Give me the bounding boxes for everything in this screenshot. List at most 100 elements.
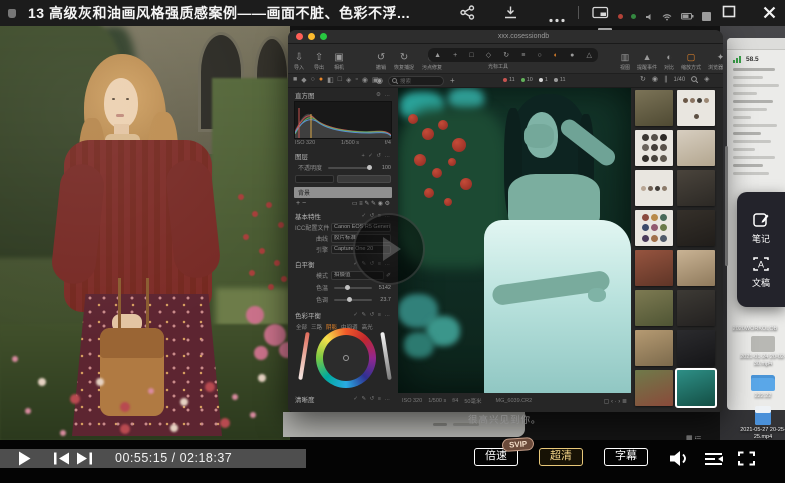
layer-action-button[interactable]: [337, 175, 391, 183]
video-frame[interactable]: 58.5 笔记 A 文稿 2020WORKOLOB 2021-01-24 20-…: [0, 26, 785, 440]
quality-button[interactable]: 超清: [539, 448, 583, 466]
rotate-icon[interactable]: ↻: [640, 76, 646, 83]
add-layer-icon[interactable]: + −: [296, 200, 306, 207]
temp-slider[interactable]: [334, 287, 372, 289]
share-icon[interactable]: [460, 5, 475, 25]
cursor-tool-icon[interactable]: +: [453, 52, 457, 59]
tool-tab-icon[interactable]: ●: [319, 76, 323, 84]
filmstrip-thumb[interactable]: [635, 250, 673, 286]
filmstrip-thumb[interactable]: [635, 290, 673, 326]
layers-header[interactable]: 图层+ ✓ ↺ …: [292, 151, 394, 161]
cursor-tool-icon[interactable]: ○: [537, 52, 541, 59]
viewer-nav-icons[interactable]: ▢ ‹ · › ≣: [604, 398, 627, 405]
close-traffic-light[interactable]: [296, 33, 303, 40]
lightness-arc[interactable]: [380, 332, 391, 380]
search-field[interactable]: 搜索: [388, 76, 444, 86]
filter-count[interactable]: 11: [554, 77, 566, 83]
filmstrip-thumb[interactable]: [635, 210, 673, 246]
cursor-tool-icon[interactable]: ◐: [554, 52, 558, 59]
opacity-slider[interactable]: [328, 167, 372, 169]
redo-button[interactable]: ↻恢复捕捉: [394, 47, 414, 71]
filter-counts[interactable]: 1110111: [503, 77, 566, 83]
filter-count[interactable]: 1: [539, 77, 548, 83]
color-balance-header[interactable]: 色彩平衡✓ ✎ ↺ ≡ …: [292, 310, 394, 320]
clarity-header[interactable]: 清晰度✓ ✎ ↺ ≡ …: [292, 394, 394, 404]
playlist-button[interactable]: [703, 452, 724, 471]
color-balance-tab[interactable]: 高光: [362, 323, 373, 331]
tool-tab-bar[interactable]: ■◆○●◧□◈▫◉▣: [293, 76, 379, 84]
filter-icon[interactable]: ◈: [704, 76, 709, 83]
browser-filter-button[interactable]: ✦浏览器过滤: [708, 47, 723, 71]
filmstrip-thumb[interactable]: [677, 170, 715, 206]
filmstrip-thumb[interactable]: [635, 130, 673, 166]
cursor-tool-icon[interactable]: □: [469, 52, 473, 59]
previous-button[interactable]: [53, 452, 70, 470]
layer-dropdown[interactable]: [295, 175, 334, 183]
tool-tab-icon[interactable]: ◆: [301, 76, 306, 84]
close-icon[interactable]: [762, 5, 777, 25]
cursor-tool-icon[interactable]: ●: [570, 52, 574, 59]
archive-file-icon[interactable]: [751, 336, 775, 352]
notes-button[interactable]: 笔记: [752, 211, 770, 245]
camera-button[interactable]: ▣相机: [334, 47, 344, 71]
tool-tab-icon[interactable]: ◧: [327, 76, 334, 84]
tool-tab-icon[interactable]: ◉: [362, 76, 368, 84]
filmstrip-thumb[interactable]: [677, 370, 715, 406]
import-button[interactable]: ⇩导入: [294, 47, 304, 71]
zoom-traffic-light[interactable]: [320, 33, 327, 40]
play-button[interactable]: [17, 450, 32, 472]
compare-button[interactable]: ◐对比: [664, 47, 674, 71]
capture-one-window[interactable]: xxx.cosessiondb ⇩导入 ⇧导出 ▣相机 ↺撤销 ↻恢复捕捉 ◎污…: [288, 30, 723, 412]
volume-button[interactable]: [668, 450, 690, 472]
pause-icon[interactable]: ∥: [664, 76, 668, 83]
subtitle-button[interactable]: 字幕: [604, 448, 648, 466]
mask-tools-icons[interactable]: ▭ ≡ ✎ ✎ ◉ ⚙: [352, 200, 390, 207]
search-icon[interactable]: [691, 76, 698, 83]
window-mode-icon[interactable]: [722, 5, 736, 23]
more-icon[interactable]: [548, 10, 566, 28]
wheel-center-marker[interactable]: [343, 355, 349, 361]
filmstrip-thumb[interactable]: [635, 330, 673, 366]
minimize-traffic-light[interactable]: [308, 33, 315, 40]
cursor-tool-icon[interactable]: ◇: [486, 51, 491, 59]
filmstrip-thumb[interactable]: [677, 90, 715, 126]
viewer-photo[interactable]: [398, 88, 631, 393]
cursor-tool-icon[interactable]: ▲: [434, 52, 441, 59]
filter-count[interactable]: 10: [521, 77, 533, 83]
color-balance-tab[interactable]: 三路: [311, 323, 322, 331]
tool-tab-icon[interactable]: ○: [311, 76, 315, 84]
tool-tab-icon[interactable]: □: [338, 76, 342, 84]
filter-count[interactable]: 11: [503, 77, 515, 83]
filmstrip-thumb[interactable]: [677, 130, 715, 166]
eye-icon[interactable]: ◉: [376, 77, 383, 85]
tint-slider[interactable]: [334, 299, 372, 301]
color-balance-tab[interactable]: 全部: [296, 323, 307, 331]
background-layer-row[interactable]: 背景: [294, 187, 392, 198]
filmstrip-thumb[interactable]: [677, 250, 715, 286]
filmstrip-thumb[interactable]: [677, 330, 715, 366]
filmstrip-thumb[interactable]: [677, 210, 715, 246]
cursor-tool-icon[interactable]: ↻: [503, 51, 509, 59]
saturation-arc[interactable]: [298, 332, 309, 380]
document-file-icon[interactable]: [755, 406, 771, 425]
cursor-tools-group[interactable]: ▲+□◇↻≡○◐●△: [428, 48, 598, 62]
cursor-tool-icon[interactable]: ≡: [521, 52, 525, 59]
tool-tab-icon[interactable]: ■: [293, 76, 297, 84]
pip-icon[interactable]: [592, 5, 609, 25]
filmstrip-scrollbar[interactable]: [725, 146, 728, 266]
folder-icon[interactable]: [751, 375, 775, 391]
view-button[interactable]: ▥视图: [620, 47, 630, 71]
export-button[interactable]: ⇧导出: [314, 47, 324, 71]
add-icon[interactable]: +: [450, 77, 455, 85]
undo-button[interactable]: ↺撤销: [376, 47, 386, 71]
alerts-button[interactable]: ▲提醒事件: [637, 47, 657, 71]
fullscreen-button[interactable]: [738, 451, 755, 471]
docs-button[interactable]: A 文稿: [752, 255, 770, 289]
eye-icon[interactable]: ◉: [652, 76, 658, 83]
filmstrip-thumb[interactable]: [635, 370, 673, 406]
zoom-mode-button[interactable]: ▢缩放方式: [681, 47, 701, 71]
filmstrip-thumb[interactable]: [635, 170, 673, 206]
next-button[interactable]: [76, 452, 93, 470]
tool-tab-icon[interactable]: ◈: [346, 76, 351, 84]
filmstrip-thumb[interactable]: [635, 90, 673, 126]
